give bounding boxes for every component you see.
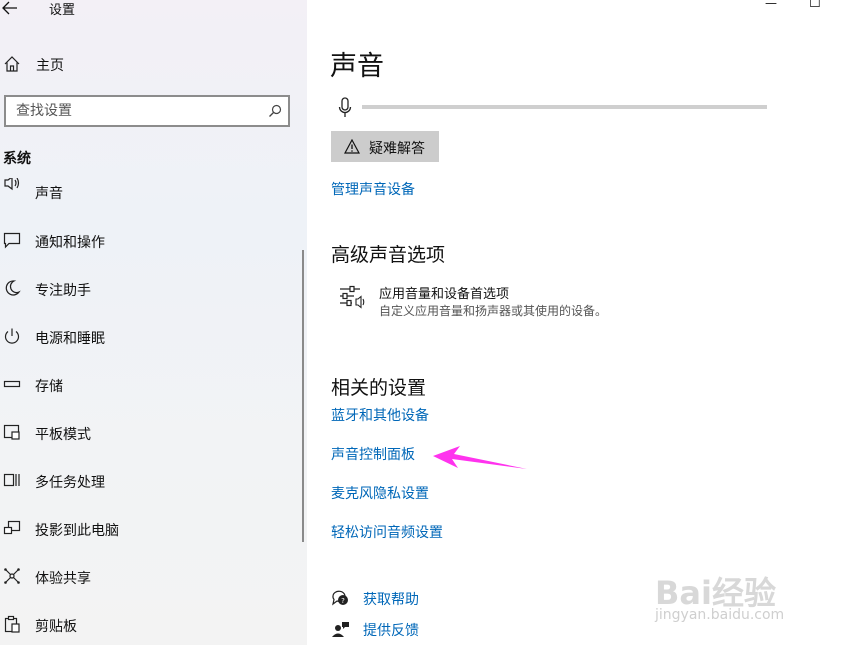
app-volume-preferences[interactable]: 应用音量和设备首选项 自定义应用音量和扬声器或其使用的设备。 xyxy=(338,282,658,322)
sound-control-panel-link[interactable]: 声音控制面板 xyxy=(331,444,415,464)
back-arrow-icon xyxy=(2,1,17,15)
tablet-icon xyxy=(3,424,20,440)
search-input[interactable] xyxy=(6,97,266,125)
app-volume-icon xyxy=(340,285,365,309)
page-title: 声音 xyxy=(330,51,384,82)
feedback-icon xyxy=(332,622,349,637)
back-button[interactable] xyxy=(2,0,24,15)
feedback-link[interactable]: 提供反馈 xyxy=(363,620,419,640)
sidebar-item-sound[interactable]: 声音 xyxy=(0,178,300,200)
svg-text:?: ? xyxy=(341,597,345,605)
power-icon xyxy=(4,328,20,344)
sidebar-item-clipboard[interactable]: 剪贴板 xyxy=(0,605,300,645)
sidebar-item-project[interactable]: 投影到此电脑 xyxy=(0,509,300,549)
maximize-button[interactable]: ☐ xyxy=(806,0,828,14)
sidebar: 设置 主页 系统 声音 通知和操作 专注助手 xyxy=(0,0,307,645)
sidebar-item-home[interactable]: 主页 xyxy=(0,44,300,84)
sidebar-item-label: 主页 xyxy=(36,58,64,74)
sidebar-item-label: 体验共享 xyxy=(35,571,91,587)
sidebar-item-shared-experiences[interactable]: 体验共享 xyxy=(0,557,300,597)
sidebar-item-label: 多任务处理 xyxy=(35,475,105,491)
get-help-link[interactable]: 获取帮助 xyxy=(363,589,419,609)
moon-icon xyxy=(5,280,21,296)
minimize-button[interactable]: — xyxy=(761,0,783,14)
share-icon xyxy=(4,568,20,584)
troubleshoot-button[interactable]: 疑难解答 xyxy=(331,131,439,162)
warning-icon xyxy=(344,139,360,154)
storage-icon xyxy=(3,380,21,388)
annotation-arrow xyxy=(433,446,527,469)
project-icon xyxy=(3,520,21,535)
sidebar-item-notifications[interactable]: 通知和操作 xyxy=(0,221,300,261)
bluetooth-devices-link[interactable]: 蓝牙和其他设备 xyxy=(331,405,429,425)
help-chat-icon: ? xyxy=(332,590,348,606)
app-volume-description: 自定义应用音量和扬声器或其使用的设备。 xyxy=(379,304,608,318)
mic-level-bar xyxy=(362,105,767,109)
sidebar-item-label: 专注助手 xyxy=(35,283,91,299)
related-settings-heading: 相关的设置 xyxy=(331,377,427,399)
sidebar-item-label: 剪贴板 xyxy=(35,619,77,635)
sidebar-scrollbar[interactable] xyxy=(302,250,304,542)
sidebar-item-multitasking[interactable]: 多任务处理 xyxy=(0,461,300,501)
mic-meter-row xyxy=(335,94,775,120)
maximize-icon: ☐ xyxy=(809,0,821,11)
sidebar-item-label: 存储 xyxy=(35,379,63,395)
app-volume-title: 应用音量和设备首选项 xyxy=(379,287,510,302)
ease-of-access-audio-link[interactable]: 轻松访问音频设置 xyxy=(331,522,443,542)
sidebar-item-label: 声音 xyxy=(35,186,63,200)
manage-sound-devices-link[interactable]: 管理声音设备 xyxy=(331,179,415,199)
watermark-url: jingyan.baidu.com xyxy=(655,607,785,623)
multitask-icon xyxy=(3,473,20,487)
sidebar-item-label: 投影到此电脑 xyxy=(35,523,119,539)
sidebar-item-label: 通知和操作 xyxy=(35,235,105,251)
sidebar-item-focus-assist[interactable]: 专注助手 xyxy=(0,269,300,309)
sidebar-item-power[interactable]: 电源和睡眠 xyxy=(0,317,300,357)
microphone-icon xyxy=(338,97,352,117)
sidebar-item-label: 平板模式 xyxy=(35,427,91,443)
sidebar-item-label: 电源和睡眠 xyxy=(35,331,105,347)
window-title: 设置 xyxy=(49,3,76,18)
sidebar-item-tablet-mode[interactable]: 平板模式 xyxy=(0,413,300,453)
clipboard-icon xyxy=(4,615,20,633)
search-box xyxy=(4,95,290,127)
sidebar-item-storage[interactable]: 存储 xyxy=(0,365,300,405)
notification-icon xyxy=(3,232,21,249)
minimize-icon: — xyxy=(765,0,777,10)
troubleshoot-label: 疑难解答 xyxy=(369,140,425,156)
home-icon xyxy=(4,56,20,72)
microphone-privacy-link[interactable]: 麦克风隐私设置 xyxy=(331,483,429,503)
search-icon[interactable] xyxy=(268,104,282,118)
section-title: 系统 xyxy=(3,151,31,167)
advanced-sound-heading: 高级声音选项 xyxy=(331,244,446,266)
sound-icon xyxy=(4,178,20,191)
feedback-row[interactable]: 提供反馈 xyxy=(331,619,451,641)
get-help-row[interactable]: ? 获取帮助 xyxy=(331,588,451,610)
